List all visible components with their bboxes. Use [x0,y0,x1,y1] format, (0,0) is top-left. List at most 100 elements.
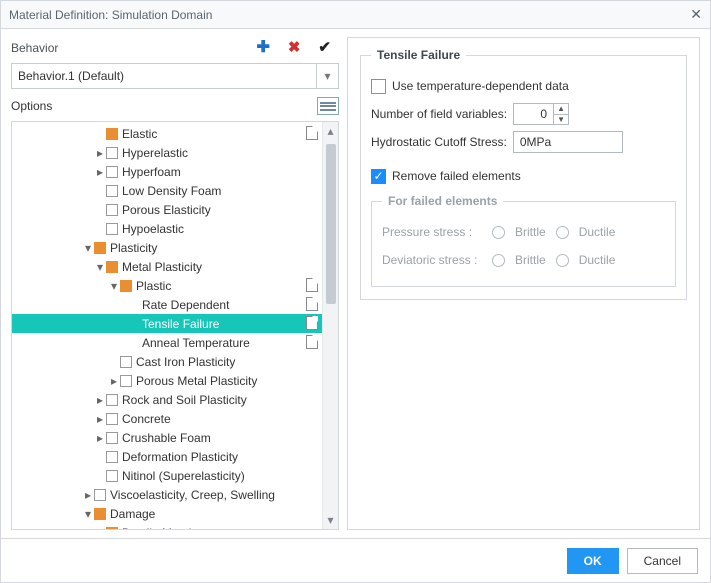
scroll-thumb[interactable] [326,144,336,304]
remove-failed-label: Remove failed elements [392,169,521,183]
option-checkbox[interactable] [106,470,118,482]
option-checkbox[interactable] [94,489,106,501]
cancel-button[interactable]: Cancel [627,548,698,574]
option-checkbox[interactable] [120,356,132,368]
expand-icon[interactable]: ▸ [94,412,106,426]
tree-label: Plastic [136,279,171,293]
nfv-spinner[interactable]: ▲▼ [513,103,569,125]
option-checkbox[interactable] [106,413,118,425]
nfv-input[interactable] [513,103,553,125]
options-tree-wrap: Elastic▸Hyperelastic▸HyperfoamLow Densit… [11,121,339,530]
tree-label: Damage [110,507,155,521]
hcs-input[interactable] [513,131,623,153]
tree-node[interactable]: ▸Viscoelasticity, Creep, Swelling [12,485,322,504]
add-behavior-icon[interactable]: ✚ [256,37,269,57]
collapse-icon[interactable]: ▾ [82,241,94,255]
expand-icon[interactable]: ▸ [94,165,106,179]
option-checkbox[interactable] [94,242,106,254]
behavior-label: Behavior [11,41,58,55]
tree-node[interactable]: Hypoelastic [12,219,322,238]
expand-icon[interactable]: ▸ [82,488,94,502]
deviatoric-brittle-radio [492,254,505,267]
option-checkbox[interactable] [94,508,106,520]
option-checkbox[interactable] [106,394,118,406]
option-checkbox[interactable] [106,185,118,197]
document-icon [306,335,318,349]
collapse-icon[interactable]: ▾ [108,279,120,293]
behavior-header: Behavior ✚ ✖ ✔ [11,37,339,63]
pressure-ductile-label: Ductile [579,225,616,239]
deviatoric-ductile-radio [556,254,569,267]
tree-node[interactable]: ▸ Concrete [12,409,322,428]
option-checkbox[interactable] [106,147,118,159]
tree-node[interactable]: ▾Metal Plasticity [12,257,322,276]
expand-icon[interactable]: ▸ [94,393,106,407]
expand-icon[interactable]: ▸ [94,431,106,445]
spin-up-icon[interactable]: ▲ [554,104,568,115]
tree-label: Hypoelastic [122,222,184,236]
option-checkbox[interactable] [120,375,132,387]
delete-behavior-icon[interactable]: ✖ [288,38,301,56]
document-icon [306,126,318,140]
nfv-label: Number of field variables: [371,107,507,121]
tree-label: Elastic [122,127,157,141]
option-checkbox[interactable] [106,261,118,273]
tree-node[interactable]: ▾ Plastic [12,276,322,295]
option-checkbox[interactable] [106,223,118,235]
options-tree[interactable]: Elastic▸Hyperelastic▸HyperfoamLow Densit… [12,122,322,529]
confirm-behavior-icon[interactable]: ✔ [318,38,331,56]
expand-icon[interactable]: ▸ [94,146,106,160]
remove-failed-checkbox[interactable] [371,169,386,184]
option-checkbox[interactable] [106,451,118,463]
scroll-up-icon[interactable]: ▴ [327,122,333,140]
tree-node[interactable]: ▸ Rock and Soil Plasticity [12,390,322,409]
tree-node[interactable]: Elastic [12,124,322,143]
tree-node[interactable]: Rate Dependent [12,295,322,314]
dialog-content: Behavior ✚ ✖ ✔ Behavior.1 (Default) ▾ Op… [1,29,710,538]
tree-node[interactable]: Tensile Failure [12,314,322,333]
tree-label: Nitinol (Superelasticity) [122,469,245,483]
tree-label: Rock and Soil Plasticity [122,393,247,407]
option-checkbox[interactable] [106,204,118,216]
pressure-ductile-radio [556,226,569,239]
tree-node[interactable]: ▸Crushable Foam [12,428,322,447]
tree-node[interactable]: Low Density Foam [12,181,322,200]
tree-node[interactable]: ▸ Hyperfoam [12,162,322,181]
tree-node[interactable]: ▸Hyperelastic [12,143,322,162]
tree-node[interactable]: Anneal Temperature [12,333,322,352]
tree-node[interactable]: Cast Iron Plasticity [12,352,322,371]
collapse-icon[interactable]: ▾ [94,260,106,274]
collapse-icon[interactable]: ▾ [94,526,106,530]
close-icon[interactable]: ✕ [690,6,702,23]
tree-node[interactable]: ▾Plasticity [12,238,322,257]
spin-down-icon[interactable]: ▼ [554,115,568,125]
tree-node[interactable]: Porous Elasticity [12,200,322,219]
tree-label: Porous Elasticity [122,203,211,217]
option-checkbox[interactable] [106,432,118,444]
tree-label: Hyperfoam [122,165,181,179]
tree-scrollbar[interactable]: ▴ ▾ [322,122,338,529]
tree-node[interactable]: Nitinol (Superelasticity) [12,466,322,485]
option-checkbox[interactable] [106,128,118,140]
option-checkbox[interactable] [120,280,132,292]
tree-node[interactable]: ▾Ductile Metals [12,523,322,529]
temp-dependent-checkbox[interactable] [371,79,386,94]
option-checkbox[interactable] [106,527,118,530]
collapse-icon[interactable]: ▾ [82,507,94,521]
pressure-brittle-radio [492,226,505,239]
tree-label: Concrete [122,412,171,426]
option-checkbox[interactable] [106,166,118,178]
scroll-down-icon[interactable]: ▾ [327,511,333,529]
deviatoric-ductile-label: Ductile [579,253,616,267]
expand-icon[interactable]: ▸ [108,374,120,388]
tree-node[interactable]: Deformation Plasticity [12,447,322,466]
ok-button[interactable]: OK [567,548,619,574]
chevron-down-icon[interactable]: ▾ [316,64,338,88]
tree-node[interactable]: ▾ Damage [12,504,322,523]
options-columns-icon[interactable] [317,97,339,115]
behavior-combobox[interactable]: Behavior.1 (Default) ▾ [11,63,339,89]
failed-group-title: For failed elements [382,194,503,208]
tensile-failure-group: Tensile Failure Use temperature-dependen… [360,48,687,300]
tree-node[interactable]: ▸Porous Metal Plasticity [12,371,322,390]
right-panel: Tensile Failure Use temperature-dependen… [347,37,700,530]
